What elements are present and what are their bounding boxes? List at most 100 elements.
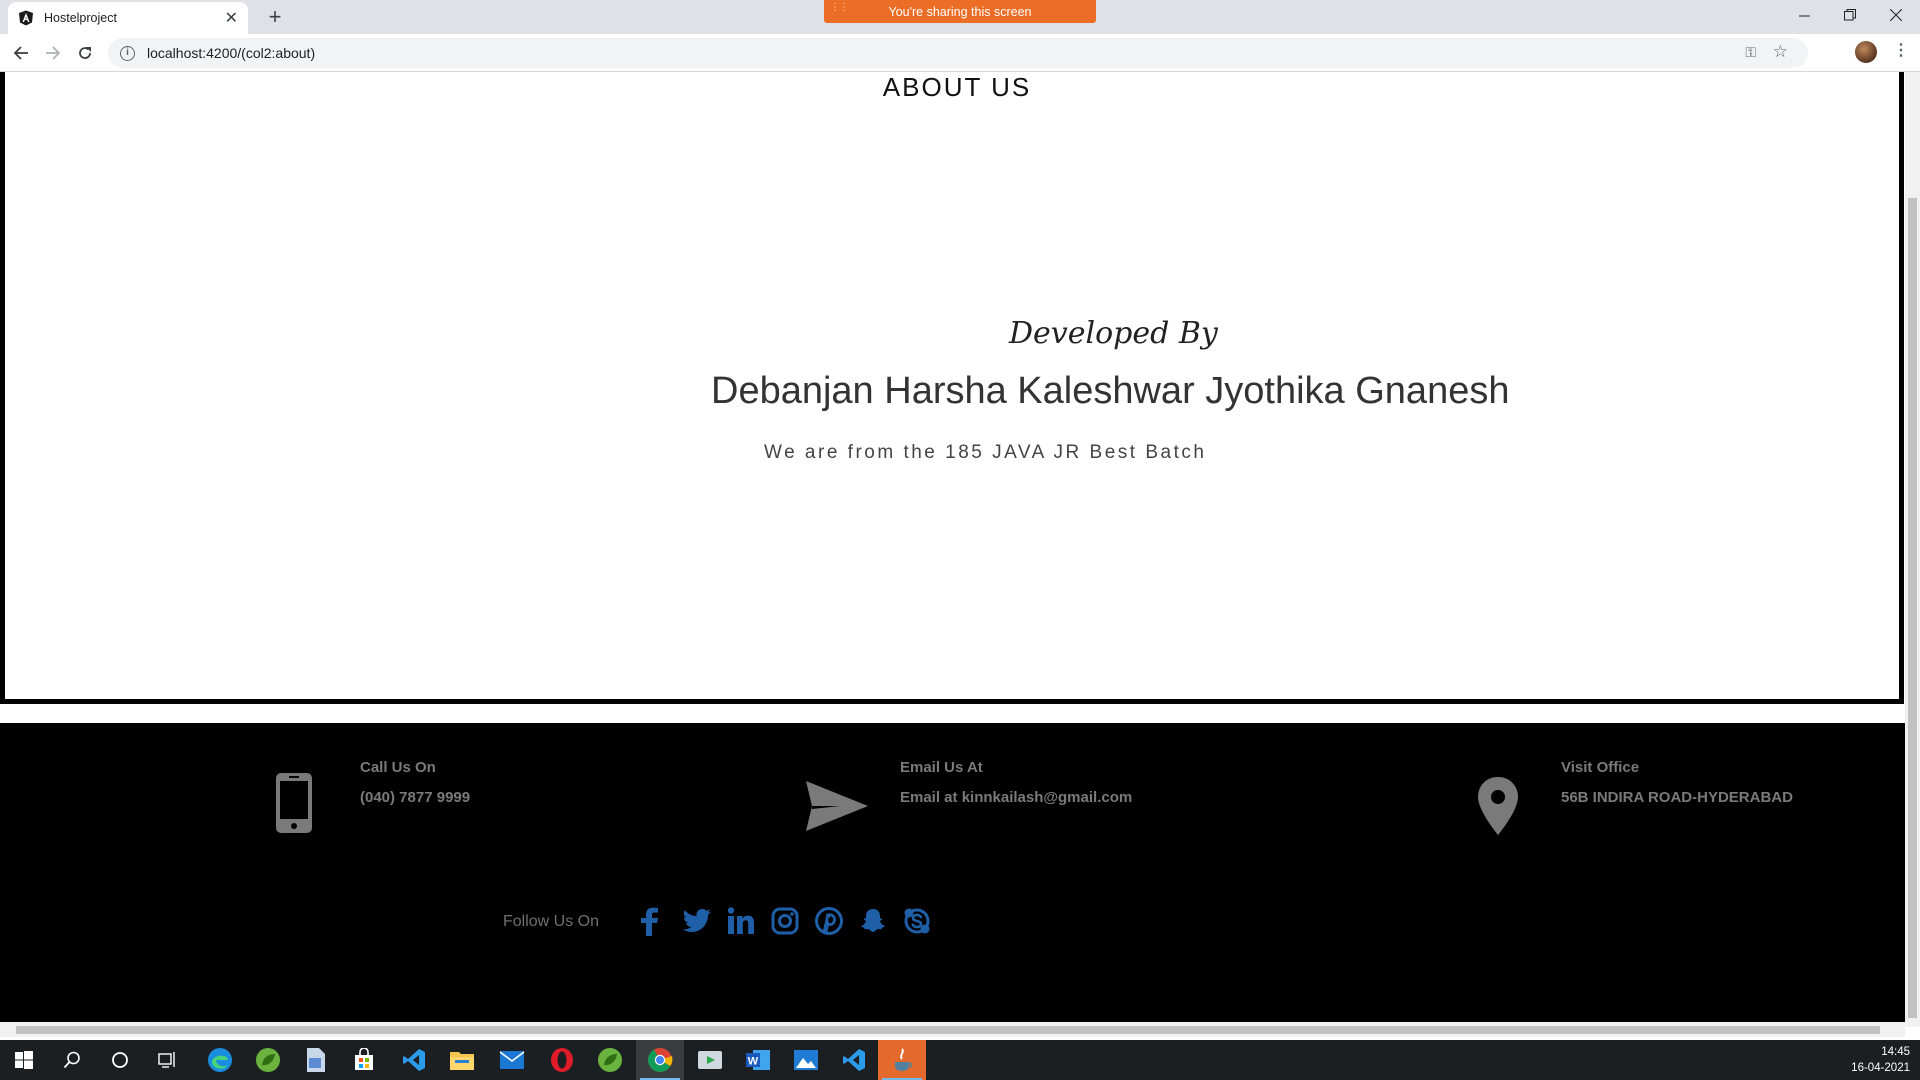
screen-sharing-banner[interactable]: ⋮⋮ You're sharing this screen bbox=[824, 0, 1096, 23]
vertical-scrollbar[interactable] bbox=[1905, 72, 1920, 1027]
vscode-app-2[interactable] bbox=[830, 1040, 878, 1080]
close-icon bbox=[1890, 9, 1902, 21]
opera-icon bbox=[551, 1048, 573, 1072]
browser-tab[interactable]: Hostelproject ✕ bbox=[8, 2, 248, 34]
minimize-icon bbox=[1798, 15, 1810, 16]
shopping-bag-icon bbox=[355, 1048, 373, 1070]
bookmark-star-icon[interactable]: ☆ bbox=[1773, 42, 1788, 62]
tab-close-icon[interactable]: ✕ bbox=[225, 8, 238, 28]
pinterest-icon[interactable] bbox=[812, 904, 846, 938]
store-app[interactable] bbox=[340, 1040, 388, 1080]
spring-tool-app-2[interactable] bbox=[586, 1040, 634, 1080]
windows-logo-icon bbox=[15, 1051, 33, 1069]
chrome-app[interactable] bbox=[636, 1040, 684, 1080]
restore-icon bbox=[1844, 9, 1856, 21]
contact-label: Visit Office bbox=[1561, 759, 1640, 776]
contact-value[interactable]: Email at kinnkailash@gmail.com bbox=[900, 789, 1132, 806]
tab-title: Hostelproject bbox=[44, 11, 117, 25]
vscode-icon bbox=[403, 1049, 425, 1071]
opera-app[interactable] bbox=[538, 1040, 586, 1080]
system-clock[interactable]: 14:45 16-04-2021 bbox=[1851, 1044, 1910, 1076]
screen: Hostelproject ✕ + ⋮⋮ You're sharing this… bbox=[0, 0, 1920, 1080]
forward-arrow-icon bbox=[46, 46, 61, 60]
vscode-icon bbox=[843, 1049, 865, 1071]
task-view-button[interactable] bbox=[144, 1040, 192, 1080]
file-explorer-app[interactable] bbox=[438, 1040, 486, 1080]
browser-tab-bar: Hostelproject ✕ + ⋮⋮ You're sharing this… bbox=[0, 0, 1920, 34]
minimize-button[interactable] bbox=[1781, 0, 1827, 30]
phone-icon bbox=[276, 773, 312, 833]
profile-avatar[interactable] bbox=[1855, 41, 1877, 63]
contact-value: (040) 7877 9999 bbox=[360, 789, 471, 806]
task-view-icon bbox=[158, 1052, 175, 1068]
start-button[interactable] bbox=[0, 1040, 48, 1080]
reload-button[interactable] bbox=[74, 42, 96, 64]
document-icon bbox=[307, 1048, 325, 1072]
clock-date: 16-04-2021 bbox=[1851, 1062, 1910, 1074]
edge-icon bbox=[208, 1048, 232, 1072]
back-button[interactable] bbox=[10, 42, 32, 64]
back-arrow-icon bbox=[13, 46, 28, 60]
word-app[interactable]: W bbox=[734, 1040, 782, 1080]
linkedin-icon[interactable] bbox=[724, 904, 758, 938]
folder-icon bbox=[450, 1052, 474, 1070]
address-bar[interactable]: i localhost:4200/(col2:about) ⚿ ☆ bbox=[108, 38, 1808, 68]
follow-us-label: Follow Us On bbox=[503, 913, 600, 930]
instagram-icon[interactable] bbox=[768, 904, 802, 938]
key-icon[interactable]: ⚿ bbox=[1745, 44, 1756, 61]
about-section: ABOUT US Developed By Debanjan Harsha Ka… bbox=[0, 72, 1904, 704]
twitter-icon[interactable] bbox=[680, 904, 714, 938]
close-window-button[interactable] bbox=[1873, 0, 1919, 30]
batch-text: We are from the 185 JAVA JR Best Batch bbox=[764, 442, 1207, 463]
page-viewport: ABOUT US Developed By Debanjan Harsha Ka… bbox=[0, 72, 1905, 1027]
contact-office: Visit Office 56B INDIRA ROAD-HYDERABAD bbox=[1470, 723, 1890, 843]
media-app[interactable] bbox=[686, 1040, 734, 1080]
browser-menu-icon[interactable]: ⋮ bbox=[1893, 40, 1909, 60]
new-tab-button[interactable]: + bbox=[262, 5, 288, 31]
leaf-icon bbox=[256, 1048, 280, 1072]
cortana-button[interactable] bbox=[96, 1040, 144, 1080]
map-pin-icon bbox=[1478, 777, 1518, 835]
photos-app[interactable] bbox=[782, 1040, 830, 1080]
send-icon bbox=[806, 781, 868, 831]
vscode-app[interactable] bbox=[390, 1040, 438, 1080]
sharing-banner-text: You're sharing this screen bbox=[888, 4, 1032, 19]
contact-value: 56B INDIRA ROAD-HYDERABAD bbox=[1561, 789, 1793, 806]
forward-button[interactable] bbox=[42, 42, 64, 64]
skype-icon[interactable] bbox=[900, 904, 934, 938]
contact-call: Call Us On (040) 7877 9999 bbox=[270, 723, 600, 843]
site-info-icon[interactable]: i bbox=[120, 45, 135, 61]
mail-app[interactable] bbox=[488, 1040, 536, 1080]
contact-label: Email Us At bbox=[900, 759, 983, 776]
horizontal-scrollbar-thumb[interactable] bbox=[16, 1026, 1880, 1034]
java-app[interactable] bbox=[878, 1040, 926, 1080]
search-button[interactable] bbox=[48, 1040, 96, 1080]
contact-label: Call Us On bbox=[360, 759, 436, 776]
developed-by-label: Developed By bbox=[1009, 316, 1218, 351]
footer: Call Us On (040) 7877 9999 Email Us At E… bbox=[0, 723, 1905, 1027]
horizontal-scrollbar[interactable] bbox=[0, 1022, 1905, 1037]
file-app[interactable] bbox=[292, 1040, 340, 1080]
mail-icon bbox=[499, 1051, 525, 1069]
url-text[interactable]: localhost:4200/(col2:about) bbox=[147, 45, 315, 61]
drag-grip-icon[interactable]: ⋮⋮ bbox=[830, 3, 849, 13]
restore-button[interactable] bbox=[1827, 0, 1873, 30]
word-icon: W bbox=[746, 1050, 770, 1070]
page-title: ABOUT US bbox=[882, 72, 1032, 102]
windows-taskbar: W 14:45 16-04-2021 bbox=[0, 1040, 1920, 1080]
vertical-scrollbar-thumb[interactable] bbox=[1908, 198, 1917, 1018]
photos-icon bbox=[794, 1050, 818, 1070]
spring-tool-app[interactable] bbox=[244, 1040, 292, 1080]
edge-app[interactable] bbox=[196, 1040, 244, 1080]
java-icon bbox=[895, 1048, 913, 1071]
svg-text:W: W bbox=[748, 1056, 759, 1068]
snapchat-icon[interactable] bbox=[856, 904, 890, 938]
browser-toolbar: i localhost:4200/(col2:about) ⚿ ☆ ⋮ bbox=[0, 34, 1920, 72]
reload-icon bbox=[79, 47, 91, 59]
angular-favicon-icon bbox=[19, 10, 33, 26]
media-player-icon bbox=[698, 1051, 722, 1069]
developer-names: Debanjan Harsha Kaleshwar Jyothika Gnane… bbox=[711, 370, 1510, 412]
chrome-icon bbox=[647, 1048, 673, 1073]
facebook-icon[interactable] bbox=[632, 904, 666, 938]
clock-time: 14:45 bbox=[1881, 1046, 1910, 1058]
